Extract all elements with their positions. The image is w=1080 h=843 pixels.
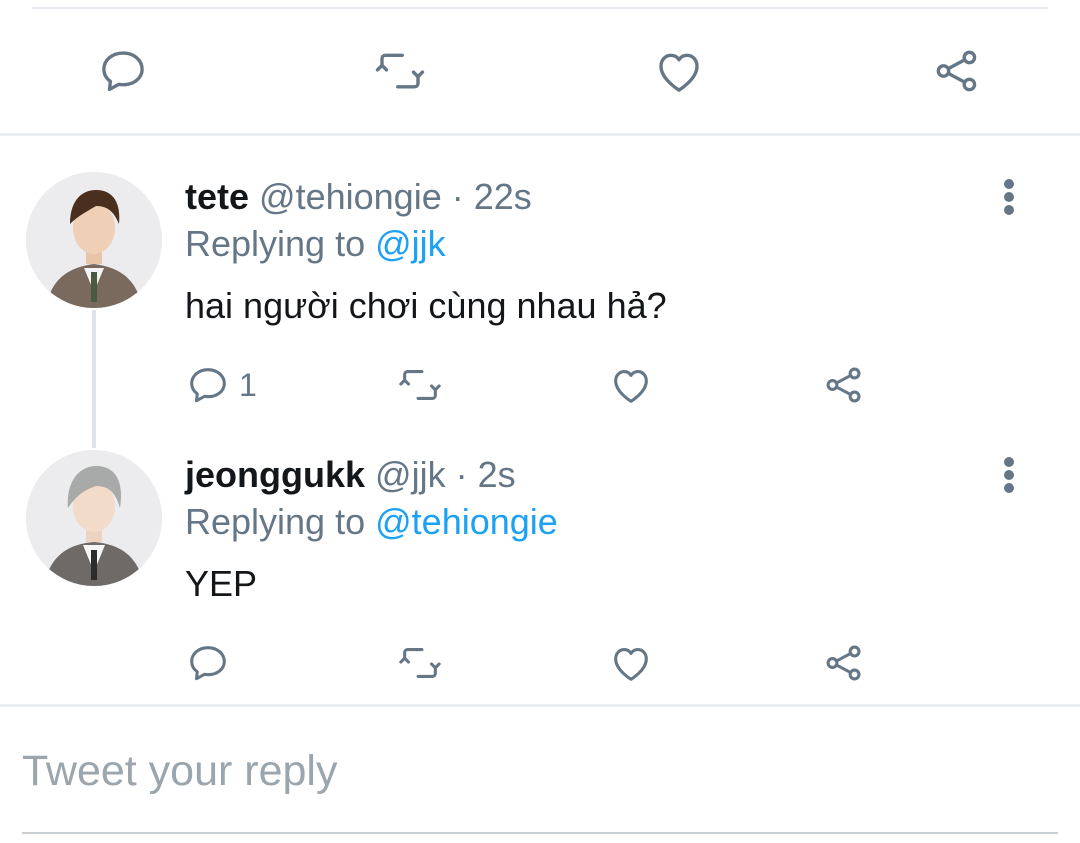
reply-count: 1 (239, 366, 257, 403)
top-rule (32, 7, 1048, 9)
user-handle[interactable]: @tehiongie (259, 176, 442, 217)
timestamp[interactable]: 2s (478, 454, 516, 495)
reply-button[interactable]: 1 (185, 362, 257, 408)
tweet-actions (0, 638, 1080, 688)
mention-link[interactable]: @tehiongie (375, 501, 558, 542)
more-options-icon[interactable] (994, 175, 1024, 219)
tweet-text: hai người chơi cùng nhau hả? (185, 285, 667, 326)
share-icon[interactable] (928, 42, 986, 100)
display-name[interactable]: jeonggukk (185, 454, 365, 495)
reply-placeholder: Tweet your reply (22, 747, 338, 795)
tweet-header: jeonggukk @jjk · 2s (185, 453, 516, 497)
user-avatar[interactable] (26, 172, 162, 308)
display-name[interactable]: tete (185, 176, 249, 217)
separator-dot: · (455, 454, 468, 495)
replying-to-label: Replying to (185, 223, 366, 264)
reply-button[interactable] (185, 640, 231, 686)
like-icon[interactable] (608, 640, 654, 686)
replying-to-line: Replying to @tehiongie (185, 500, 558, 544)
replying-to-line: Replying to @jjk (185, 222, 446, 266)
user-avatar[interactable] (26, 450, 162, 586)
retweet-icon[interactable] (371, 42, 429, 100)
reply-icon[interactable] (94, 42, 152, 100)
tweet-header: tete @tehiongie · 22s (185, 175, 532, 219)
timestamp[interactable]: 22s (474, 176, 532, 217)
tweet-thread-screen: tete @tehiongie · 22s Replying to @jjk h… (0, 0, 1080, 843)
like-icon[interactable] (608, 362, 654, 408)
retweet-icon[interactable] (397, 362, 443, 408)
share-icon[interactable] (821, 362, 867, 408)
tweet-text: YEP (185, 563, 258, 604)
more-options-icon[interactable] (994, 453, 1024, 497)
reply-compose-input[interactable]: Tweet your reply (22, 743, 1058, 799)
retweet-icon[interactable] (397, 640, 443, 686)
input-underline (22, 832, 1058, 834)
divider (0, 704, 1080, 707)
separator-dot: · (451, 176, 464, 217)
main-tweet-actions (0, 32, 1080, 110)
divider (0, 133, 1080, 136)
mention-link[interactable]: @jjk (375, 223, 446, 264)
user-handle[interactable]: @jjk (375, 454, 446, 495)
share-icon[interactable] (821, 640, 867, 686)
like-icon[interactable] (650, 42, 708, 100)
tweet-actions: 1 (0, 360, 1080, 410)
replying-to-label: Replying to (185, 501, 366, 542)
